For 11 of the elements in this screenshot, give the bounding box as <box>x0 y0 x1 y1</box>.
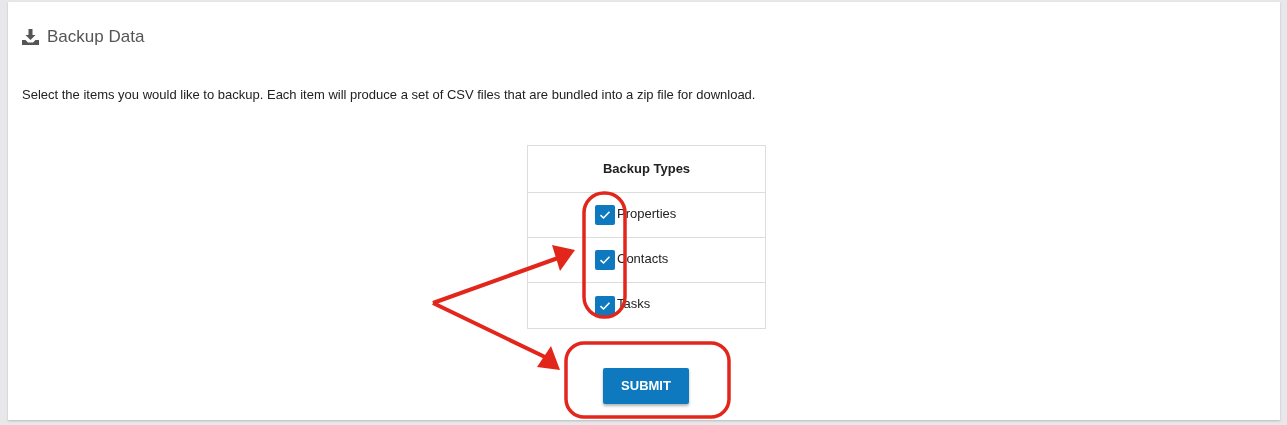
description-text: Select the items you would like to backup. Each item will produce a set of CSV files that are bundled into a zip file for download. <box>21 85 757 104</box>
checkmark-icon <box>599 300 611 311</box>
checkmark-icon <box>599 255 611 265</box>
checkbox[interactable] <box>595 295 615 316</box>
download-icon <box>22 28 39 45</box>
table-heading: Backup Types <box>602 160 691 179</box>
checkmark-icon <box>599 210 611 220</box>
panel-title: Backup Data <box>47 26 145 48</box>
checkbox[interactable] <box>595 250 615 270</box>
submit-button[interactable]: SUBMIT <box>603 368 689 404</box>
checkbox[interactable] <box>595 205 615 225</box>
